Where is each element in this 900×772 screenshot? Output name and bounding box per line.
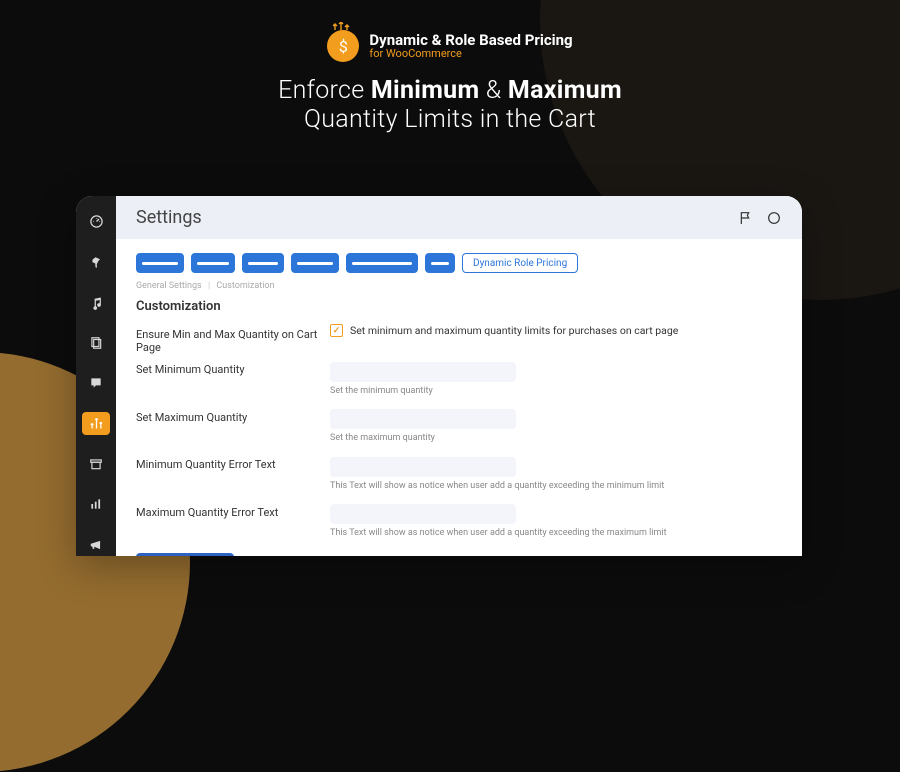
label-min-err: Minimum Quantity Error Text xyxy=(136,454,330,497)
sidebar-item-dashboard[interactable] xyxy=(82,210,110,232)
input-min-err[interactable] xyxy=(330,457,516,477)
row-max: Set Maximum Quantity Set the maximum qua… xyxy=(136,407,782,450)
row-min: Set Minimum Quantity Set the minimum qua… xyxy=(136,359,782,402)
row-ensure: Ensure Min and Max Quantity on Cart Page… xyxy=(136,324,782,354)
sidebar-item-analytics[interactable] xyxy=(82,493,110,515)
helper-min: Set the minimum quantity xyxy=(330,386,782,396)
tab-6[interactable] xyxy=(425,253,455,273)
checkbox-ensure[interactable]: ✓ xyxy=(330,324,343,337)
tab-4[interactable] xyxy=(291,253,339,273)
page-header: Settings xyxy=(116,196,802,239)
row-min-err: Minimum Quantity Error Text This Text wi… xyxy=(136,454,782,497)
breadcrumb-a[interactable]: General Settings xyxy=(136,281,202,291)
helper-min-err: This Text will show as notice when user … xyxy=(330,481,782,491)
input-max-err[interactable] xyxy=(330,504,516,524)
breadcrumb-sep: | xyxy=(208,281,210,291)
circle-icon[interactable] xyxy=(766,210,782,226)
flag-icon[interactable] xyxy=(738,210,754,226)
save-button[interactable]: Save Changes xyxy=(136,553,234,556)
checkbox-ensure-row: ✓ Set minimum and maximum quantity limit… xyxy=(330,324,782,337)
hero: $ Dynamic & Role Based Pricing for WooCo… xyxy=(0,0,900,134)
tab-2[interactable] xyxy=(191,253,235,273)
input-min-quantity[interactable] xyxy=(330,362,516,382)
sidebar-item-marketing[interactable] xyxy=(82,534,110,556)
header-icons xyxy=(738,210,782,226)
headline: Enforce Minimum & Maximum Quantity Limit… xyxy=(0,76,900,134)
sidebar-item-comments[interactable] xyxy=(82,372,110,394)
logo-row: $ Dynamic & Role Based Pricing for WooCo… xyxy=(0,30,900,62)
tab-5[interactable] xyxy=(346,253,418,273)
dollar-arrows-icon: $ xyxy=(327,30,359,62)
label-max: Set Maximum Quantity xyxy=(136,407,330,450)
page-title: Settings xyxy=(136,207,202,228)
tab-dynamic-role-pricing[interactable]: Dynamic Role Pricing xyxy=(462,253,578,273)
sidebar-item-pages[interactable] xyxy=(82,331,110,353)
section-title: Customization xyxy=(136,299,782,314)
label-max-err: Maximum Quantity Error Text xyxy=(136,502,330,545)
body: Dynamic Role Pricing General Settings | … xyxy=(116,239,802,556)
sidebar xyxy=(76,196,116,556)
sidebar-item-pin[interactable] xyxy=(82,250,110,272)
checkbox-ensure-label: Set minimum and maximum quantity limits … xyxy=(350,324,678,337)
breadcrumb: General Settings | Customization xyxy=(136,281,782,291)
label-ensure: Ensure Min and Max Quantity on Cart Page xyxy=(136,324,330,354)
app-panel: Settings Dynamic Role Pricing General Se… xyxy=(76,196,802,556)
sidebar-item-pricing[interactable] xyxy=(82,412,110,434)
input-max-quantity[interactable] xyxy=(330,409,516,429)
helper-max-err: This Text will show as notice when user … xyxy=(330,528,782,538)
helper-max: Set the maximum quantity xyxy=(330,433,782,443)
tab-1[interactable] xyxy=(136,253,184,273)
breadcrumb-b[interactable]: Customization xyxy=(216,281,274,291)
tabs: Dynamic Role Pricing xyxy=(136,253,782,273)
sidebar-item-archive[interactable] xyxy=(82,453,110,475)
logo-text: Dynamic & Role Based Pricing for WooComm… xyxy=(369,32,572,61)
row-max-err: Maximum Quantity Error Text This Text wi… xyxy=(136,502,782,545)
logo-title: Dynamic & Role Based Pricing xyxy=(369,32,572,49)
tab-3[interactable] xyxy=(242,253,284,273)
sidebar-item-media[interactable] xyxy=(82,291,110,313)
content: Settings Dynamic Role Pricing General Se… xyxy=(116,196,802,556)
label-min: Set Minimum Quantity xyxy=(136,359,330,402)
logo-subtitle: for WooCommerce xyxy=(369,48,572,60)
